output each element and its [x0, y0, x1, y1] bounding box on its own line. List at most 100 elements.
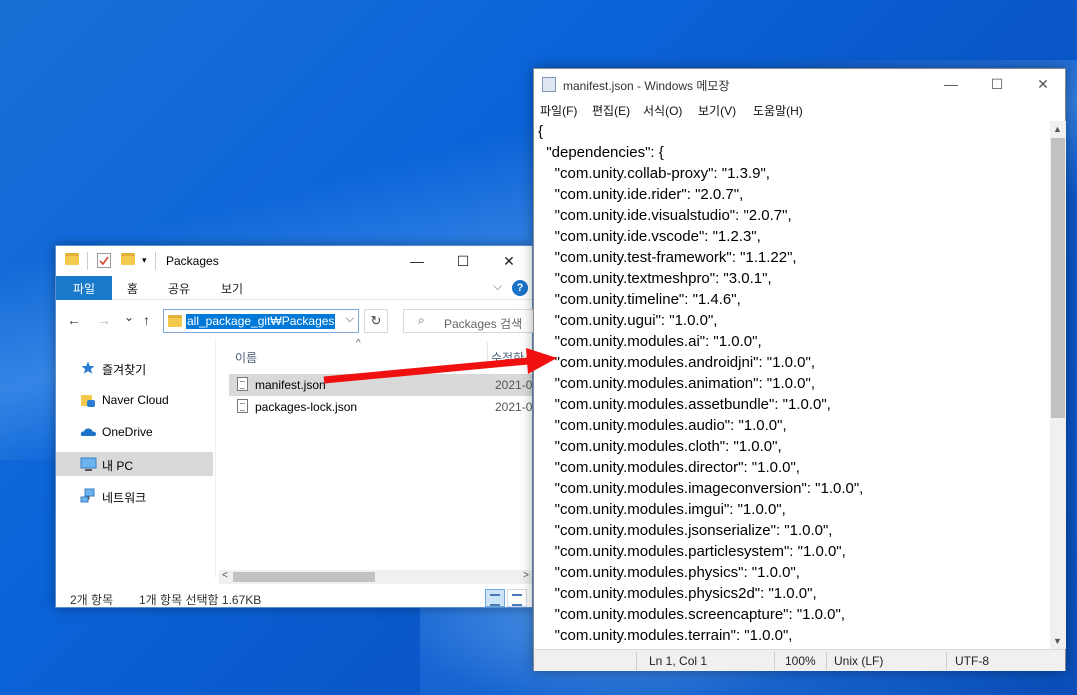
- menu-help[interactable]: 도움말(H): [753, 102, 803, 119]
- maximize-button[interactable]: ☐: [440, 246, 486, 276]
- navigation-bar: ← → ⌄ ↑ all_package_git₩Packages ⌵ ↻ ⌕ P…: [56, 304, 534, 338]
- file-explorer-window: ▾ Packages — ☐ ✕ 파일 홈 공유 보기 ⌵ ? ← → ⌄ ↑ …: [55, 245, 534, 608]
- text-line: "dependencies": {: [538, 144, 664, 161]
- text-line: "com.unity.modules.animation": "1.0.0",: [538, 375, 815, 392]
- up-arrow-icon[interactable]: ↑: [143, 312, 150, 328]
- file-row-packages-lock[interactable]: packages-lock.json 2021-0: [229, 396, 532, 418]
- address-path[interactable]: all_package_git₩Packages: [186, 314, 336, 329]
- column-header-name[interactable]: 이름: [235, 349, 257, 366]
- encoding: UTF-8: [955, 654, 989, 668]
- toolbar-divider: [155, 252, 156, 270]
- text-line: "com.unity.modules.androidjni": "1.0.0",: [538, 354, 815, 371]
- sidebar-item-label: Naver Cloud: [102, 393, 169, 407]
- tab-home[interactable]: 홈: [127, 280, 138, 297]
- file-date: 2021-0: [495, 378, 532, 392]
- text-line: "com.unity.collab-proxy": "1.3.9",: [538, 165, 770, 182]
- notepad-titlebar[interactable]: manifest.json - Windows 메모장 — ☐ ✕: [534, 69, 1065, 99]
- close-button[interactable]: ✕: [486, 246, 532, 276]
- tab-file[interactable]: 파일: [56, 276, 112, 300]
- help-icon[interactable]: ?: [512, 280, 528, 296]
- text-line: "com.unity.modules.terrain": "1.0.0",: [538, 627, 793, 644]
- item-count: 2개 항목: [70, 593, 114, 607]
- menu-view[interactable]: 보기(V): [698, 102, 736, 119]
- scroll-left-icon[interactable]: <: [222, 570, 228, 581]
- address-dropdown-icon[interactable]: ⌵: [346, 313, 354, 326]
- scroll-right-icon[interactable]: >: [523, 570, 529, 581]
- text-line: "com.unity.modules.physics": "1.0.0",: [538, 564, 800, 581]
- refresh-button[interactable]: ↻: [364, 309, 388, 333]
- text-line: "com.unity.timeline": "1.4.6",: [538, 291, 741, 308]
- tab-view[interactable]: 보기: [221, 280, 243, 297]
- search-icon: ⌕: [418, 313, 425, 327]
- menu-file[interactable]: 파일(F): [540, 102, 577, 119]
- scrollbar-thumb[interactable]: [233, 572, 375, 582]
- close-button[interactable]: ✕: [1020, 69, 1066, 99]
- sidebar-item-onedrive[interactable]: OneDrive: [56, 420, 213, 444]
- window-title: manifest.json - Windows 메모장: [563, 79, 730, 93]
- star-icon: [80, 360, 96, 376]
- minimize-button[interactable]: —: [928, 69, 974, 99]
- cursor-position: Ln 1, Col 1: [649, 654, 708, 668]
- file-row-manifest[interactable]: manifest.json 2021-0: [229, 374, 532, 396]
- search-placeholder: Packages 검색: [444, 317, 523, 331]
- text-line: "com.unity.modules.ai": "1.0.0",: [538, 333, 762, 350]
- onedrive-icon: [80, 424, 96, 440]
- folder-icon: [65, 253, 79, 269]
- text-line: "com.unity.modules.cloth": "1.0.0",: [538, 438, 782, 455]
- recent-locations-icon[interactable]: ⌄: [124, 310, 134, 324]
- expand-ribbon-chevron-icon[interactable]: ⌵: [493, 279, 502, 294]
- zoom-level: 100%: [785, 654, 816, 668]
- json-file-icon: [237, 399, 248, 413]
- text-line: "com.unity.modules.assetbundle": "1.0.0"…: [538, 396, 831, 413]
- sidebar-item-this-pc[interactable]: 내 PC: [56, 452, 213, 476]
- vertical-scrollbar[interactable]: ▲ ▼: [1050, 121, 1066, 649]
- sidebar-item-quick-access[interactable]: 즐겨찾기: [56, 356, 213, 380]
- text-line: "com.unity.modules.director": "1.0.0",: [538, 459, 800, 476]
- file-date: 2021-0: [495, 400, 532, 414]
- horizontal-scrollbar[interactable]: < >: [219, 570, 532, 584]
- menu-format[interactable]: 서식(O): [643, 102, 682, 119]
- notepad-window: manifest.json - Windows 메모장 — ☐ ✕ 파일(F) …: [533, 68, 1066, 671]
- sidebar-item-label: 내 PC: [102, 459, 134, 473]
- column-header-date[interactable]: 수정한: [491, 349, 524, 366]
- text-line: "com.unity.modules.screencapture": "1.0.…: [538, 606, 845, 623]
- details-view-icon[interactable]: [485, 589, 505, 607]
- text-line: "com.unity.modules.imgui": "1.0.0",: [538, 501, 786, 518]
- status-divider: [826, 652, 827, 670]
- text-line: "com.unity.modules.jsonserialize": "1.0.…: [538, 522, 833, 539]
- status-divider: [774, 652, 775, 670]
- text-line: "com.unity.ide.vscode": "1.2.3",: [538, 228, 761, 245]
- status-divider: [636, 652, 637, 670]
- text-line: {: [538, 123, 544, 140]
- line-ending: Unix (LF): [834, 654, 884, 668]
- sidebar-item-naver-cloud[interactable]: Naver Cloud: [56, 388, 213, 412]
- text-line: "com.unity.modules.audio": "1.0.0",: [538, 417, 787, 434]
- minimize-button[interactable]: —: [394, 246, 440, 276]
- sidebar-item-network[interactable]: 네트워크: [56, 484, 213, 508]
- network-icon: [80, 488, 96, 504]
- folder-icon: [168, 315, 182, 330]
- selection-info: 1개 항목 선택함 1.67KB: [139, 593, 262, 607]
- customize-dropdown-icon[interactable]: ▾: [142, 255, 147, 271]
- text-line: "com.unity.ide.visualstudio": "2.0.7",: [538, 207, 792, 224]
- explorer-titlebar[interactable]: ▾ Packages — ☐ ✕: [56, 246, 532, 276]
- forward-arrow-icon[interactable]: →: [97, 312, 111, 328]
- tab-share[interactable]: 공유: [168, 280, 190, 297]
- text-line: "com.unity.textmeshpro": "3.0.1",: [538, 270, 772, 287]
- back-arrow-icon[interactable]: ←: [67, 312, 81, 328]
- status-divider: [946, 652, 947, 670]
- column-divider[interactable]: [487, 342, 488, 368]
- address-bar[interactable]: all_package_git₩Packages ⌵: [163, 309, 359, 333]
- menu-edit[interactable]: 편집(E): [592, 102, 630, 119]
- properties-icon[interactable]: [97, 253, 111, 268]
- new-folder-icon[interactable]: [121, 253, 135, 269]
- sort-ascending-icon: ^: [356, 338, 361, 349]
- scroll-down-icon[interactable]: ▼: [1053, 636, 1062, 646]
- maximize-button[interactable]: ☐: [974, 69, 1020, 99]
- naver-cloud-icon: [80, 392, 96, 408]
- scroll-up-icon[interactable]: ▲: [1053, 124, 1062, 134]
- scrollbar-thumb[interactable]: [1051, 138, 1065, 418]
- text-editor[interactable]: { "dependencies": { "com.unity.collab-pr…: [535, 121, 1050, 649]
- search-input[interactable]: ⌕ Packages 검색: [403, 309, 534, 333]
- large-icons-view-icon[interactable]: [507, 589, 527, 607]
